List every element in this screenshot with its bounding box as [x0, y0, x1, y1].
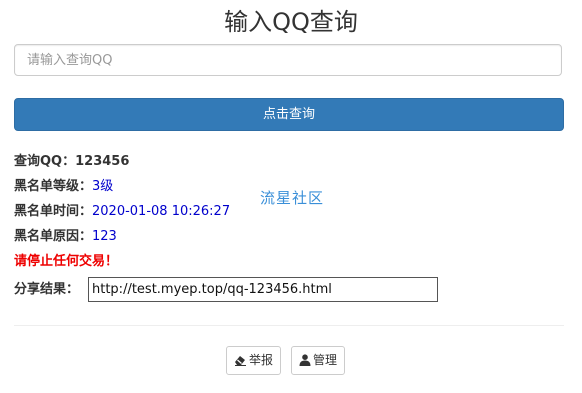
manage-button[interactable]: 管理 — [291, 346, 346, 375]
level-label: 黑名单等级： — [14, 179, 93, 194]
user-icon — [299, 353, 313, 367]
manage-label: 管理 — [313, 353, 338, 367]
page-title: 输入QQ查询 — [224, 8, 358, 36]
watermark: 流星社区 — [260, 189, 325, 207]
level-row: 黑名单等级：3级 — [14, 178, 113, 196]
query-button[interactable]: 点击查询 — [14, 98, 564, 131]
reason-value: 123 — [92, 229, 117, 244]
divider — [14, 325, 564, 326]
time-row: 黑名单时间：2020-01-08 10:26:27 — [14, 203, 230, 221]
time-label: 黑名单时间： — [14, 204, 93, 219]
report-label: 举报 — [249, 353, 274, 367]
share-row: 分享结果： — [14, 281, 79, 299]
share-url-field[interactable] — [88, 277, 438, 302]
qq-value: 123456 — [75, 154, 130, 169]
share-label: 分享结果： — [14, 282, 80, 297]
reason-row: 黑名单原因：123 — [14, 228, 117, 246]
qq-row: 查询QQ：123456 — [14, 153, 129, 171]
level-value: 3级 — [92, 179, 114, 194]
eraser-icon — [234, 353, 249, 367]
search-input[interactable] — [14, 44, 562, 76]
warning-row: 请停止任何交易！ — [14, 253, 118, 271]
qq-label: 查询QQ： — [14, 154, 76, 169]
report-button[interactable]: 举报 — [226, 346, 282, 375]
warning-text: 请停止任何交易！ — [14, 254, 119, 269]
time-value: 2020-01-08 10:26:27 — [92, 204, 231, 219]
reason-label: 黑名单原因： — [14, 229, 93, 244]
